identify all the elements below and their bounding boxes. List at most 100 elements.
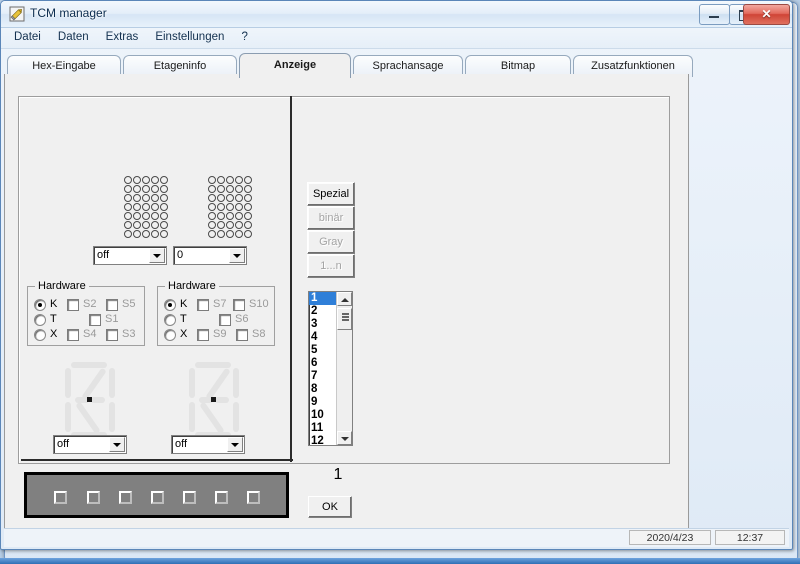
chevron-down-icon[interactable] bbox=[149, 248, 165, 263]
menu-bar: Datei Daten Extras Einstellungen ? bbox=[1, 28, 792, 49]
index-listbox-items: 1 2 3 4 5 6 7 8 9 10 11 12 bbox=[309, 292, 336, 445]
menu-item-daten[interactable]: Daten bbox=[51, 28, 96, 45]
list-item[interactable]: 8 bbox=[309, 383, 336, 396]
matrix-dot bbox=[123, 221, 132, 229]
radio-t-1[interactable] bbox=[34, 314, 46, 326]
mode-button-1n[interactable]: 1...n bbox=[307, 254, 355, 278]
matrix-dot bbox=[150, 230, 159, 238]
matrix-dot bbox=[243, 221, 252, 229]
checkbox-s8[interactable] bbox=[236, 329, 248, 341]
indicator-lamp-7[interactable] bbox=[247, 491, 260, 504]
dot-matrix-display-left[interactable] bbox=[123, 176, 171, 240]
title-bar[interactable]: TCM manager ✕ bbox=[1, 1, 792, 28]
matrix-dot bbox=[132, 194, 141, 202]
matrix-right-mode-combobox[interactable]: 0 bbox=[173, 246, 247, 265]
indicator-lamp-4[interactable] bbox=[151, 491, 164, 504]
menu-item-einstellungen[interactable]: Einstellungen bbox=[148, 28, 231, 45]
radio-k-1[interactable] bbox=[34, 299, 46, 311]
minimize-button[interactable] bbox=[699, 4, 730, 25]
checkbox-s4[interactable] bbox=[67, 329, 79, 341]
checkbox-s2[interactable] bbox=[67, 299, 79, 311]
indicator-lamp-1[interactable] bbox=[54, 491, 67, 504]
mode-button-gray[interactable]: Gray bbox=[307, 230, 355, 254]
checkbox-s10[interactable] bbox=[233, 299, 245, 311]
chevron-down-icon[interactable] bbox=[227, 437, 243, 452]
checkbox-s7[interactable] bbox=[197, 299, 209, 311]
ok-button[interactable]: OK bbox=[308, 496, 352, 518]
mode-button-binaer[interactable]: binär bbox=[307, 206, 355, 230]
matrix-dot bbox=[141, 230, 150, 238]
segment-e bbox=[189, 402, 195, 432]
matrix-dot bbox=[216, 176, 225, 184]
list-item[interactable]: 11 bbox=[309, 422, 336, 435]
checkbox-s1[interactable] bbox=[89, 314, 101, 326]
menu-item-datei[interactable]: Datei bbox=[7, 28, 48, 45]
checkbox-s5[interactable] bbox=[106, 299, 118, 311]
matrix-dot bbox=[150, 176, 159, 184]
list-item[interactable]: 1 bbox=[309, 292, 336, 305]
list-item[interactable]: 7 bbox=[309, 370, 336, 383]
indicator-lamp-6[interactable] bbox=[215, 491, 228, 504]
matrix-dot bbox=[123, 176, 132, 184]
list-item[interactable]: 12 bbox=[309, 435, 336, 445]
chevron-down-icon[interactable] bbox=[109, 437, 125, 452]
matrix-dot bbox=[234, 230, 243, 238]
matrix-left-mode-combobox[interactable]: off bbox=[93, 246, 167, 265]
list-item[interactable]: 5 bbox=[309, 344, 336, 357]
index-listbox[interactable]: 1 2 3 4 5 6 7 8 9 10 11 12 bbox=[308, 291, 353, 446]
list-item[interactable]: 2 bbox=[309, 305, 336, 318]
matrix-row bbox=[123, 230, 171, 239]
list-item[interactable]: 10 bbox=[309, 409, 336, 422]
tab-content-anzeige: off 0 Hardware K T X S2 S5 S1 S4 S3 Hard… bbox=[4, 74, 689, 543]
matrix-dot bbox=[225, 212, 234, 220]
matrix-row bbox=[123, 212, 171, 221]
segment-display-right[interactable] bbox=[183, 362, 245, 438]
taskbar bbox=[0, 558, 800, 564]
scroll-up-button[interactable] bbox=[337, 292, 352, 306]
segment-display-left[interactable] bbox=[59, 362, 121, 438]
segment-b bbox=[233, 368, 239, 398]
menu-item-extras[interactable]: Extras bbox=[99, 28, 146, 45]
indicator-lamp-5[interactable] bbox=[183, 491, 196, 504]
matrix-dot bbox=[207, 212, 216, 220]
checkbox-s6-label: S6 bbox=[235, 313, 249, 325]
scroll-down-button[interactable] bbox=[337, 431, 352, 445]
matrix-dot bbox=[225, 185, 234, 193]
matrix-dot bbox=[243, 230, 252, 238]
radio-k-2[interactable] bbox=[164, 299, 176, 311]
matrix-row bbox=[207, 221, 255, 230]
list-item[interactable]: 3 bbox=[309, 318, 336, 331]
close-button[interactable]: ✕ bbox=[743, 4, 790, 25]
indicator-lamp-3[interactable] bbox=[119, 491, 132, 504]
menu-item-help[interactable]: ? bbox=[234, 28, 254, 45]
mode-button-spezial[interactable]: Spezial bbox=[307, 182, 355, 206]
window-title: TCM manager bbox=[30, 6, 107, 20]
chevron-down-icon[interactable] bbox=[229, 248, 245, 263]
indicator-lamp-2[interactable] bbox=[87, 491, 100, 504]
tab-anzeige[interactable]: Anzeige bbox=[239, 53, 351, 78]
radio-x-1[interactable] bbox=[34, 329, 46, 341]
matrix-dot bbox=[234, 185, 243, 193]
segment-left-mode-combobox[interactable]: off bbox=[53, 435, 127, 454]
matrix-dot bbox=[141, 212, 150, 220]
checkbox-s9[interactable] bbox=[197, 329, 209, 341]
matrix-dot bbox=[225, 194, 234, 202]
checkbox-s3[interactable] bbox=[106, 329, 118, 341]
matrix-dot bbox=[216, 194, 225, 202]
radio-t-2[interactable] bbox=[164, 314, 176, 326]
listbox-scrollbar[interactable] bbox=[336, 292, 352, 445]
list-item[interactable]: 9 bbox=[309, 396, 336, 409]
checkbox-s8-label: S8 bbox=[252, 328, 266, 340]
radio-x-2[interactable] bbox=[164, 329, 176, 341]
segment-b bbox=[109, 368, 115, 398]
segment-right-mode-combobox[interactable]: off bbox=[171, 435, 245, 454]
list-item[interactable]: 4 bbox=[309, 331, 336, 344]
segment-c bbox=[233, 402, 239, 432]
checkbox-s6[interactable] bbox=[219, 314, 231, 326]
list-item[interactable]: 6 bbox=[309, 357, 336, 370]
chevron-up-icon bbox=[341, 298, 349, 302]
scrollbar-thumb[interactable] bbox=[337, 308, 352, 330]
segment-c bbox=[109, 402, 115, 432]
dot-matrix-display-right[interactable] bbox=[207, 176, 255, 240]
matrix-dot bbox=[141, 203, 150, 211]
